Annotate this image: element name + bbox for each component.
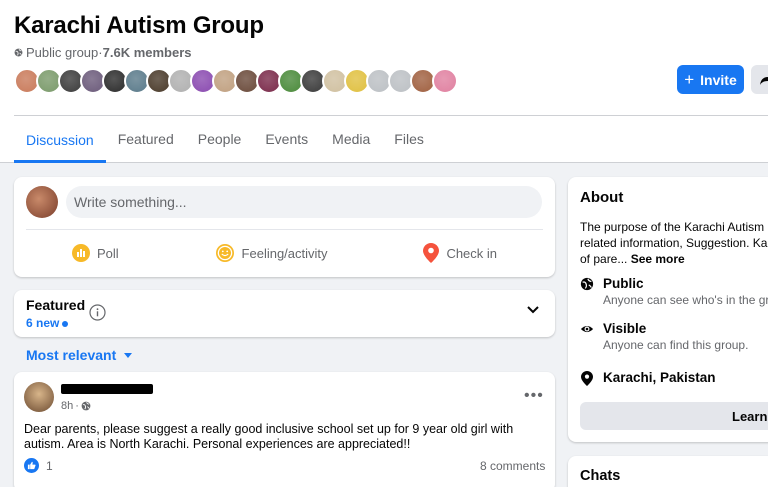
featured-section[interactable]: Featured 6 new: [14, 290, 555, 337]
visible-label: Visible: [603, 321, 647, 336]
my-avatar[interactable]: [26, 186, 58, 218]
member-avatar[interactable]: [432, 68, 458, 94]
share-button[interactable]: [751, 65, 768, 94]
group-meta: Public group · 7.6K members: [14, 45, 192, 60]
sort-dropdown[interactable]: Most relevant: [26, 347, 133, 363]
comments-count[interactable]: 8 comments: [480, 459, 545, 473]
chevron-down-icon[interactable]: [527, 306, 539, 314]
invite-label: Invite: [700, 71, 737, 88]
public-description: Anyone can see who's in the gro: [603, 293, 768, 307]
member-avatars[interactable]: [14, 68, 458, 94]
new-dot-icon: [62, 320, 69, 327]
location-pin-icon: [581, 371, 593, 386]
caret-down-icon: [124, 352, 133, 358]
more-options-icon[interactable]: •••: [524, 388, 544, 404]
write-something-input[interactable]: Write something...: [66, 186, 542, 218]
eye-icon: [580, 325, 594, 333]
privacy-public: Public Anyone can see who's in the gro: [580, 276, 768, 307]
learn-more-button[interactable]: Learn m: [580, 402, 768, 430]
group-location: Karachi, Pakistan: [580, 370, 716, 386]
group-title: Karachi Autism Group: [14, 12, 264, 39]
feeling-activity-button[interactable]: Feeling/activity: [215, 234, 328, 272]
about-title: About: [580, 189, 624, 206]
reaction-count: 1: [46, 458, 53, 473]
group-privacy[interactable]: Public group: [26, 45, 98, 60]
public-label: Public: [603, 276, 644, 291]
poll-label: Poll: [96, 245, 119, 261]
group-header: Karachi Autism Group Public group · 7.6K…: [0, 0, 768, 163]
globe-icon: [14, 48, 23, 57]
group-tabs: Discussion Featured People Events Media …: [14, 116, 436, 163]
redacted-author-name: [61, 384, 153, 394]
visible-description: Anyone can find this group.: [603, 338, 749, 352]
location-pin-icon: [423, 243, 440, 263]
invite-button[interactable]: + Invite: [677, 65, 744, 94]
check-in-button[interactable]: Check in: [423, 234, 497, 272]
info-icon[interactable]: [89, 304, 106, 321]
tab-people[interactable]: People: [186, 116, 254, 162]
chats-card: Chats: [568, 456, 768, 487]
author-avatar[interactable]: [24, 382, 54, 412]
see-more-link[interactable]: See more: [631, 252, 685, 266]
check-in-label: Check in: [446, 245, 498, 261]
featured-new-count: 6 new: [26, 316, 69, 330]
visibility-visible: Visible Anyone can find this group.: [580, 321, 748, 352]
globe-icon: [81, 401, 91, 411]
tab-discussion[interactable]: Discussion: [14, 116, 106, 163]
composer-divider: [26, 229, 543, 230]
tab-media[interactable]: Media: [320, 116, 382, 162]
share-icon: [760, 73, 768, 85]
post-card: 8h · ••• Dear parents, please suggest a …: [14, 372, 555, 487]
like-icon: [24, 458, 39, 473]
composer-actions: Poll Feeling/activity Check in: [14, 234, 555, 272]
chats-title: Chats: [580, 468, 621, 484]
post-timestamp[interactable]: 8h ·: [61, 400, 91, 412]
feeling-activity-label: Feeling/activity: [241, 245, 328, 261]
sort-label: Most relevant: [26, 347, 117, 363]
featured-title: Featured: [26, 297, 86, 313]
post-composer: Write something... Poll Feeling/activity…: [14, 177, 555, 277]
plus-icon: +: [684, 70, 695, 89]
smiley-icon: [215, 244, 234, 262]
poll-button[interactable]: Poll: [71, 234, 119, 272]
post-text: Dear parents, please suggest a really go…: [24, 422, 514, 451]
tab-files[interactable]: Files: [382, 116, 436, 162]
poll-icon: [71, 244, 90, 262]
post-reactions[interactable]: 1: [24, 458, 53, 473]
group-members-count[interactable]: 7.6K members: [103, 45, 192, 60]
about-description: The purpose of the Karachi Autism G rela…: [580, 220, 768, 266]
about-card: About The purpose of the Karachi Autism …: [568, 177, 768, 442]
tab-featured[interactable]: Featured: [106, 116, 186, 162]
location-label: Karachi, Pakistan: [603, 370, 716, 385]
tab-events[interactable]: Events: [253, 116, 320, 162]
globe-icon: [580, 277, 594, 291]
